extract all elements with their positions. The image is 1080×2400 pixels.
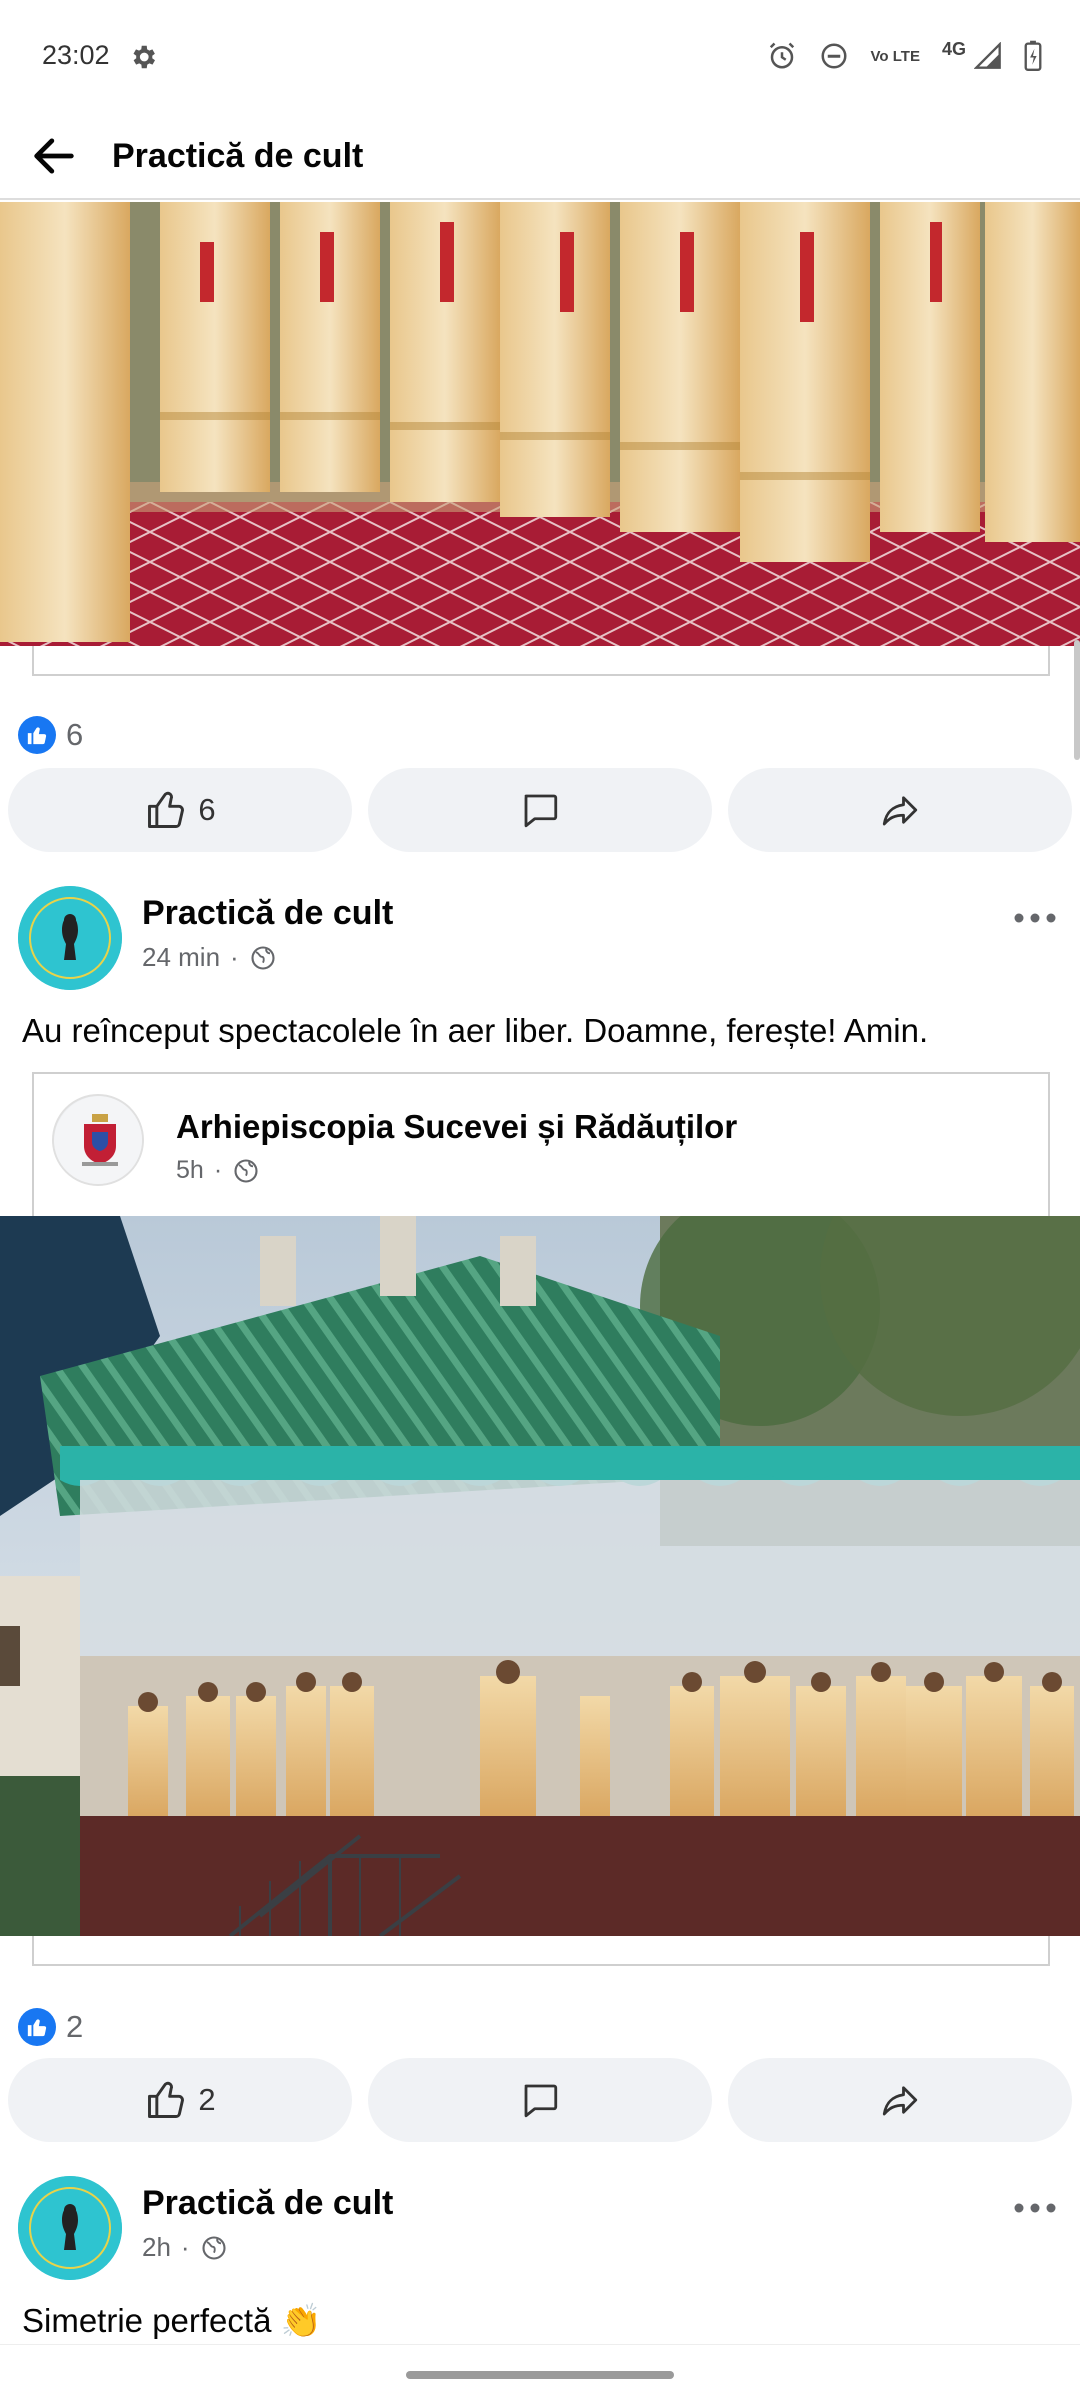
post-text: Simetrie perfectă 👏 (22, 2302, 322, 2339)
more-options-icon[interactable] (1012, 906, 1058, 930)
thumbs-up-icon (148, 2081, 185, 2118)
shared-meta: 5h · (176, 1156, 260, 1185)
post-actions: 2 (8, 2058, 1072, 2142)
comment-icon (524, 794, 558, 828)
like-reaction-icon (18, 716, 56, 754)
post-meta: 24 min · (142, 942, 277, 973)
like-button[interactable]: 6 (8, 768, 352, 852)
shared-time[interactable]: 5h (176, 1156, 204, 1185)
comment-button[interactable] (368, 2058, 712, 2142)
post-author[interactable]: Practică de cult (142, 2184, 393, 2223)
shared-post-frame (32, 646, 1050, 676)
dnd-icon (821, 43, 847, 69)
post-meta: 2h · (142, 2232, 228, 2263)
share-icon (882, 796, 918, 826)
post-header: Practică de cult 2h · (18, 2176, 1068, 2286)
page-title: Practică de cult (112, 137, 364, 175)
shared-post-header[interactable]: Arhiepiscopia Sucevei și Rădăuților 5h · (32, 1072, 1050, 1216)
globe-icon (202, 2235, 226, 2260)
reaction-count: 2 (66, 2009, 84, 2044)
share-button[interactable] (728, 768, 1072, 852)
scrollbar[interactable] (1074, 640, 1080, 760)
globe-icon (234, 1158, 258, 1183)
more-options-icon[interactable] (1012, 2196, 1058, 2220)
arrow-left-icon[interactable] (28, 130, 80, 182)
gear-icon (133, 45, 155, 69)
share-button[interactable] (728, 2058, 1072, 2142)
comment-icon (524, 2084, 558, 2118)
battery-icon (1024, 40, 1042, 71)
clergy-procession-photo[interactable] (0, 202, 1080, 646)
shared-avatar[interactable] (52, 1094, 144, 1186)
shared-author[interactable]: Arhiepiscopia Sucevei și Rădăuților (176, 1108, 737, 1146)
post-text: Au reînceput spectacolele în aer liber. … (22, 1012, 929, 1049)
globe-icon (251, 945, 275, 970)
meta-separator: · (230, 942, 239, 972)
network-type: 4G (941, 38, 966, 59)
avatar[interactable] (18, 886, 122, 990)
app-bar: Practică de cult (0, 112, 1080, 200)
meta-separator: · (213, 1156, 223, 1184)
like-reaction-icon (18, 2008, 56, 2046)
post-actions: 6 (8, 768, 1072, 852)
status-bar: 23:02 Vo LTE 4G (0, 0, 1080, 112)
post-time[interactable]: 2h (142, 2232, 171, 2263)
volte-icon: Vo LTE (870, 47, 920, 65)
thumbs-up-icon (148, 791, 185, 828)
post-author[interactable]: Practică de cult (142, 894, 393, 933)
post-time[interactable]: 24 min (142, 942, 220, 973)
like-count: 6 (198, 792, 216, 827)
shared-post-frame (32, 1936, 1050, 1966)
home-handle[interactable] (406, 2371, 674, 2379)
gesture-nav-bar (0, 2344, 1080, 2400)
signal-icon (974, 42, 1001, 69)
avatar[interactable] (18, 2176, 122, 2280)
status-time: 23:02 (42, 40, 110, 70)
reaction-summary[interactable]: 2 (18, 2008, 83, 2046)
alarm-icon (769, 42, 794, 69)
like-button[interactable]: 2 (8, 2058, 352, 2142)
share-icon (882, 2086, 918, 2116)
comment-button[interactable] (368, 768, 712, 852)
reaction-count: 6 (66, 717, 84, 752)
post-header: Practică de cult 24 min · (18, 886, 1068, 996)
reaction-summary[interactable]: 6 (18, 716, 83, 754)
like-count: 2 (198, 2082, 216, 2117)
meta-separator: · (180, 2232, 190, 2262)
outdoor-liturgy-photo[interactable] (0, 1216, 1080, 1936)
